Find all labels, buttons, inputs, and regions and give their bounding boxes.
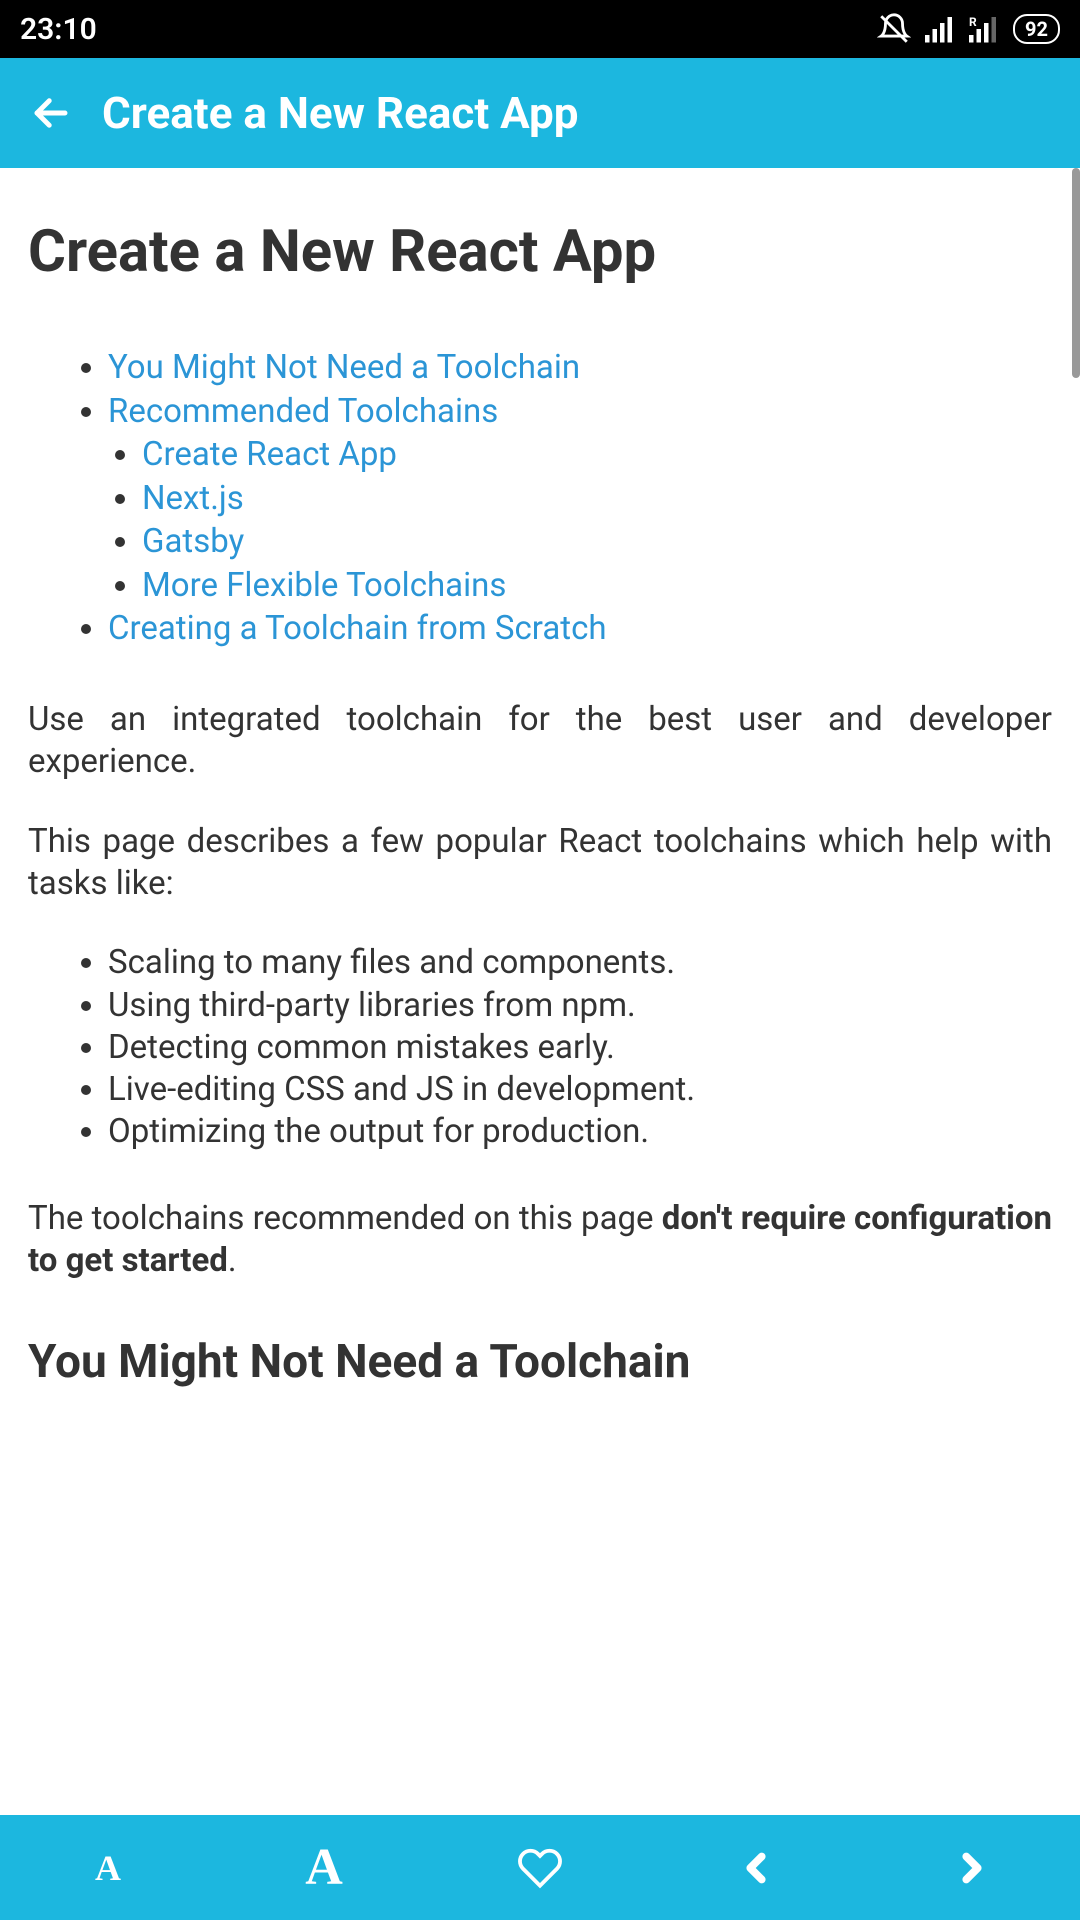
prev-button[interactable] bbox=[648, 1815, 864, 1920]
signal-1-icon bbox=[925, 15, 955, 43]
toc-item: More Flexible Toolchains bbox=[142, 564, 1052, 608]
status-time: 23:10 bbox=[20, 12, 97, 47]
toc-item: Create React App bbox=[142, 433, 1052, 477]
chevron-right-icon bbox=[949, 1845, 995, 1891]
toc-sublist: Create React App Next.js Gatsby More Fle… bbox=[108, 433, 1052, 607]
paragraph: The toolchains recommended on this page … bbox=[28, 1198, 1052, 1282]
list-item: Optimizing the output for production. bbox=[108, 1111, 1052, 1153]
font-large-icon: A bbox=[305, 1838, 343, 1897]
toc-link[interactable]: Create React App bbox=[142, 435, 397, 474]
font-increase-button[interactable]: A bbox=[216, 1815, 432, 1920]
toc-link[interactable]: Gatsby bbox=[142, 522, 244, 561]
next-button[interactable] bbox=[864, 1815, 1080, 1920]
toc-link[interactable]: More Flexible Toolchains bbox=[142, 566, 506, 605]
toc-item: You Might Not Need a Toolchain bbox=[108, 346, 1052, 390]
toc-item: Gatsby bbox=[142, 520, 1052, 564]
favorite-button[interactable] bbox=[432, 1815, 648, 1920]
bottom-toolbar: A A bbox=[0, 1815, 1080, 1920]
status-bar: 23:10 R 92 bbox=[0, 0, 1080, 58]
heart-icon bbox=[517, 1845, 563, 1891]
list-item: Scaling to many files and components. bbox=[108, 942, 1052, 984]
toc-item: Next.js bbox=[142, 477, 1052, 521]
page-title: Create a New React App bbox=[28, 218, 1052, 286]
task-list: Scaling to many files and components. Us… bbox=[28, 942, 1052, 1153]
header-title: Create a New React App bbox=[102, 87, 579, 139]
font-decrease-button[interactable]: A bbox=[0, 1815, 216, 1920]
toc-item: Creating a Toolchain from Scratch bbox=[108, 607, 1052, 651]
toc-link[interactable]: Creating a Toolchain from Scratch bbox=[108, 609, 607, 648]
battery-value: 92 bbox=[1025, 17, 1048, 41]
app-header: Create a New React App bbox=[0, 58, 1080, 168]
content-area[interactable]: Create a New React App You Might Not Nee… bbox=[0, 168, 1080, 1757]
list-item: Live-editing CSS and JS in development. bbox=[108, 1069, 1052, 1111]
table-of-contents: You Might Not Need a Toolchain Recommend… bbox=[28, 346, 1052, 651]
text-span: The toolchains recommended on this page bbox=[28, 1199, 662, 1238]
list-item: Detecting common mistakes early. bbox=[108, 1027, 1052, 1069]
paragraph: Use an integrated toolchain for the best… bbox=[28, 699, 1052, 783]
toc-item: Recommended Toolchains Create React App … bbox=[108, 390, 1052, 608]
paragraph: This page describes a few popular React … bbox=[28, 821, 1052, 905]
text-span: . bbox=[228, 1241, 237, 1280]
toc-link[interactable]: You Might Not Need a Toolchain bbox=[108, 348, 580, 387]
chevron-left-icon bbox=[733, 1845, 779, 1891]
svg-text:R: R bbox=[969, 15, 977, 29]
scroll-indicator[interactable] bbox=[1072, 168, 1080, 378]
toc-link[interactable]: Next.js bbox=[142, 479, 244, 518]
notifications-off-icon bbox=[877, 12, 911, 46]
font-small-icon: A bbox=[95, 1847, 121, 1889]
signal-2-icon: R bbox=[969, 15, 999, 43]
status-right: R 92 bbox=[877, 12, 1060, 46]
toc-link[interactable]: Recommended Toolchains bbox=[108, 392, 498, 431]
back-button[interactable] bbox=[20, 72, 102, 154]
section-title: You Might Not Need a Toolchain bbox=[28, 1335, 1052, 1389]
battery-indicator: 92 bbox=[1013, 14, 1060, 44]
list-item: Using third-party libraries from npm. bbox=[108, 985, 1052, 1027]
